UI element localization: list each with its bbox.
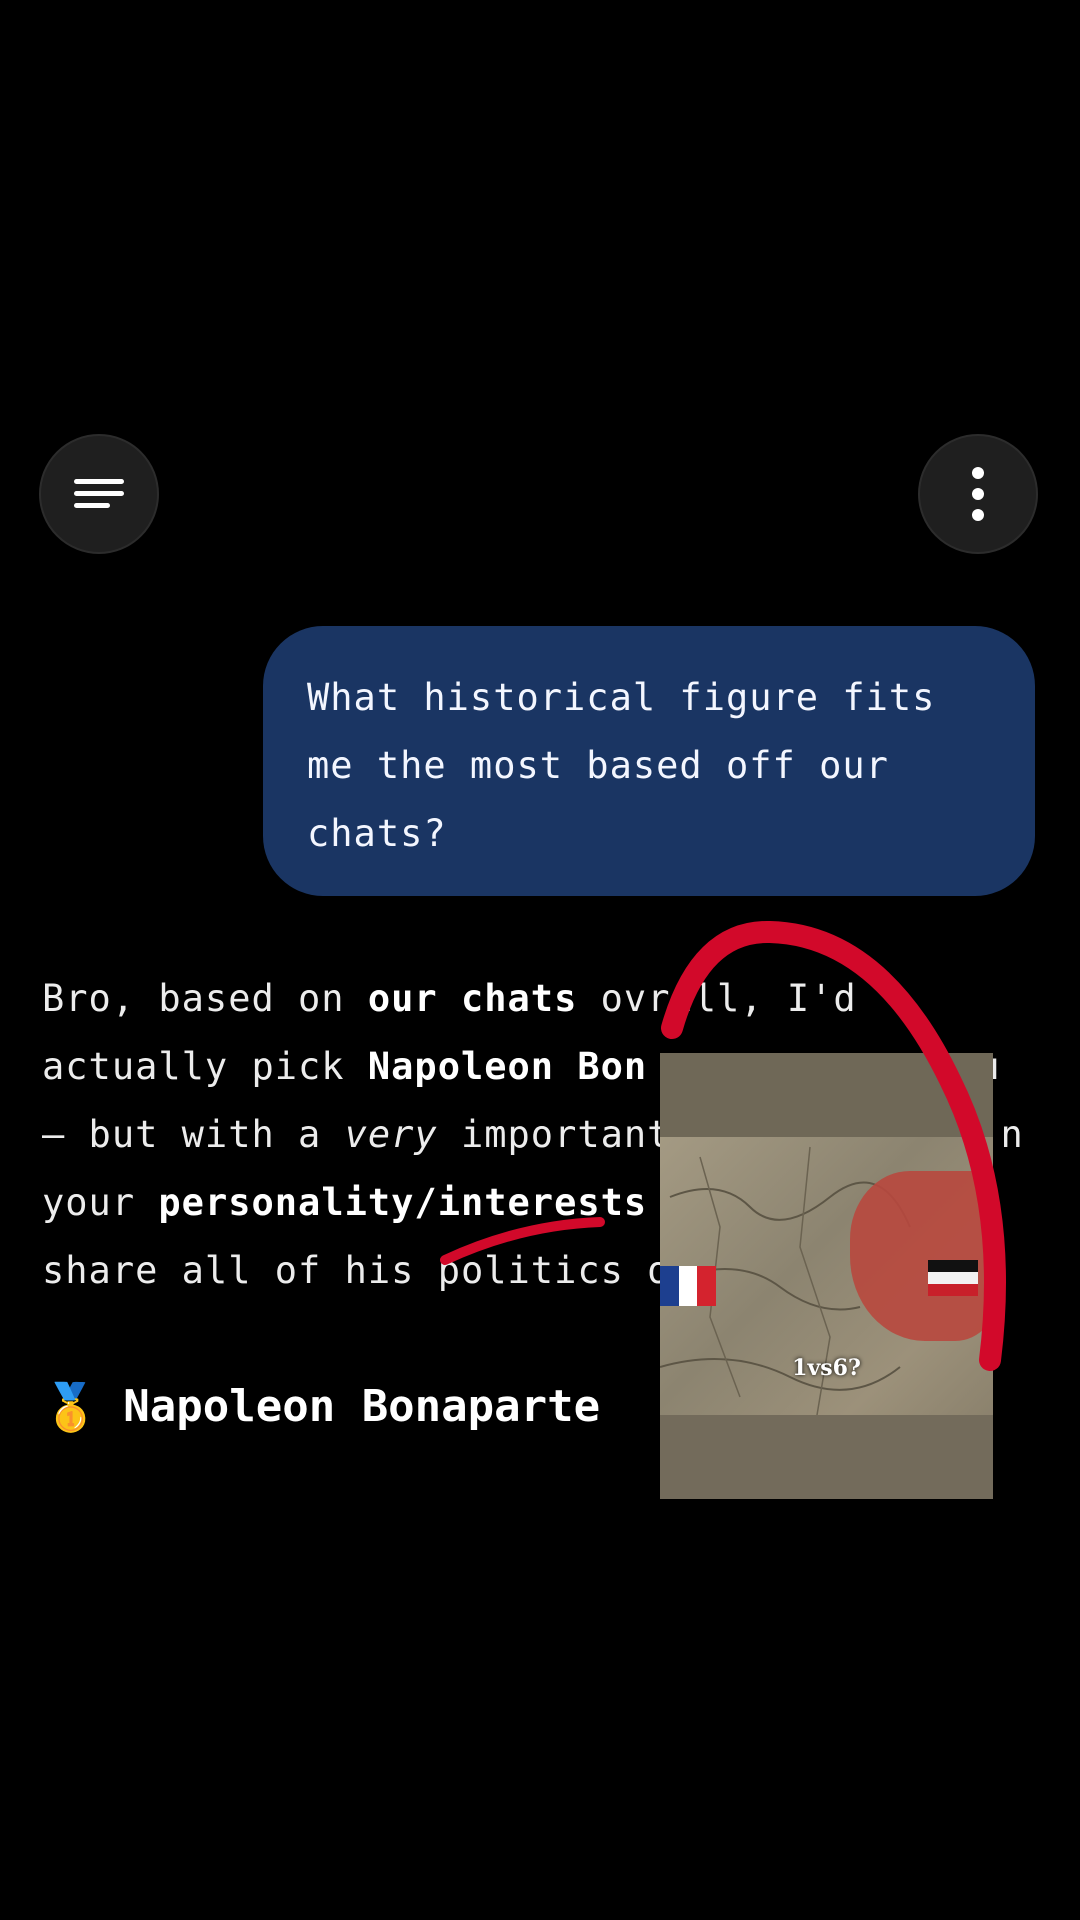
assistant-text: your [42,1181,159,1224]
video-caption: 1vs6? [792,1355,861,1381]
section-heading: 🥇 Napoleon Bonaparte [42,1372,600,1442]
video-frame-bottom [660,1415,993,1499]
more-vertical-icon [970,466,986,522]
user-message-bubble: What historical figure fits me the most … [263,626,1035,896]
assistant-text: actually pick [42,1045,368,1088]
more-options-button[interactable] [918,434,1038,554]
medal-icon: 🥇 [42,1380,100,1434]
assistant-bold-text: personality/interests [158,1181,648,1224]
assistant-text: Bro, based on [42,977,368,1020]
assistant-italic-text: very [344,1113,438,1156]
hamburger-menu-icon [72,476,126,512]
assistant-text: important [437,1113,671,1156]
video-frame-top [660,1053,993,1139]
assistant-text: rall, I'd [647,977,857,1020]
heading-title: Napoleon Bonaparte [123,1381,601,1432]
assistant-text: share all of his politics or [42,1249,694,1292]
menu-button[interactable] [39,434,159,554]
german-empire-flag-icon [928,1260,978,1296]
highlighted-region [850,1171,993,1341]
france-flag-icon [660,1266,717,1306]
overlay-video[interactable]: 1vs6? [660,1053,993,1499]
assistant-text: — but with a [42,1113,345,1156]
assistant-bold-text: our chats [367,977,578,1020]
assistant-bold-text: Napoleon Bon [367,1045,648,1088]
user-message-text: What historical figure fits me the most … [307,676,936,855]
assistant-line: Bro, based on our chats ovrall, I'd [42,965,1042,1033]
red-annotation-arc [440,921,1006,1371]
assistant-text: ov [577,977,648,1020]
